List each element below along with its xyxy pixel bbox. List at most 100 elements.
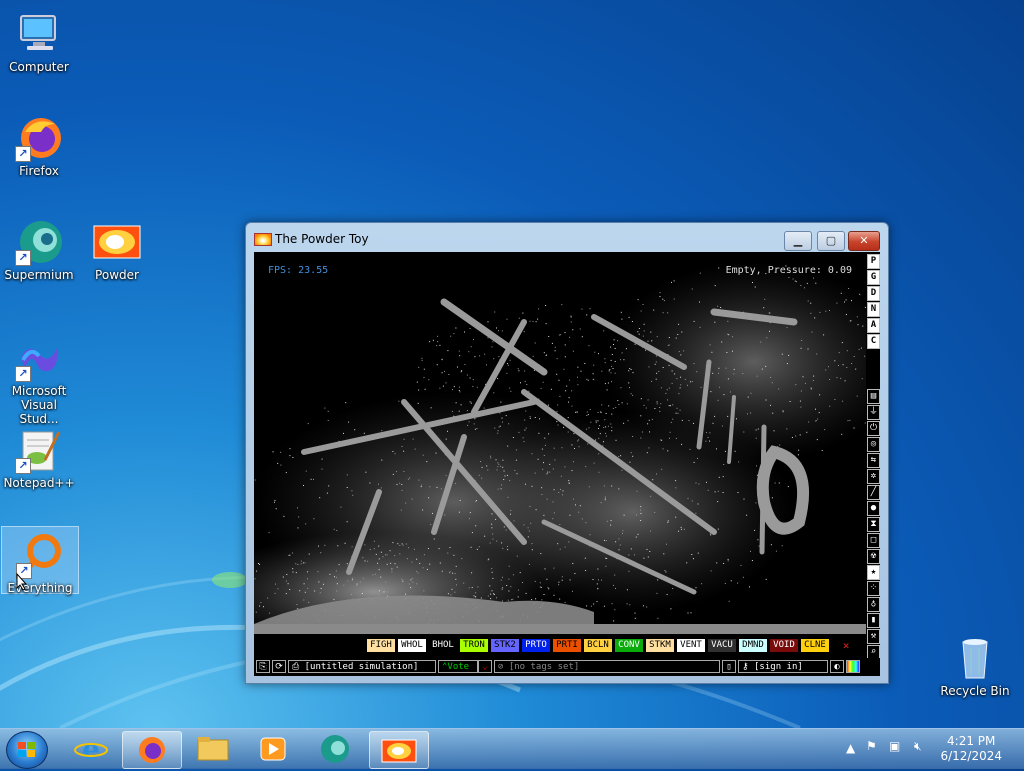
category-walls-icon[interactable]: ▤ <box>867 389 880 404</box>
display-mode-icon[interactable] <box>846 660 860 673</box>
powder-toy-window: The Powder Toy ▁ ▢ ✕ FPS: 23.55 Empty, P… <box>245 222 889 684</box>
media-player-icon <box>260 737 286 761</box>
menu-button-a[interactable]: A <box>867 318 880 333</box>
clear-element-icon[interactable]: ✕ <box>831 638 861 653</box>
menu-button-d[interactable]: D <box>867 286 880 301</box>
element-bar: FIGH WHOL BHOL TRON STK2 PRTO PRTI BCLN CONV STKM… <box>254 634 866 654</box>
desktop-icon-notepadpp[interactable]: ↗ Notepad++ <box>1 422 77 490</box>
network-icon[interactable]: ▣ <box>889 739 900 753</box>
taskbar-internet-explorer[interactable]: e <box>62 731 120 767</box>
desktop-icon-everything[interactable]: ↗ Everything <box>1 526 79 595</box>
taskbar-media-player[interactable] <box>244 731 302 767</box>
category-electronics-icon[interactable]: ⏚ <box>867 405 880 420</box>
category-tools-icon[interactable]: ⁘ <box>867 581 880 596</box>
bottom-toolbar: ⎘ ⟳ ⎙ [untitled simulation] ⌃Vote ⌄ ⊘ [n… <box>254 658 880 676</box>
taskbar-firefox[interactable] <box>122 731 182 769</box>
category-liquids-icon[interactable]: ╱ <box>867 485 880 500</box>
right-menu: P G D N A C ▤ ⏚ ⏻ ◎ ⇆ ✲ ╱ ● ⧗ □ ☢ ★ ⁘ ♁ … <box>866 252 880 676</box>
category-favorites-icon[interactable]: ▮ <box>867 613 880 628</box>
element-button-vacu[interactable]: VACU <box>707 638 737 653</box>
tags-field[interactable]: ⊘ [no tags set] <box>494 660 720 673</box>
category-solids-icon[interactable]: ⧗ <box>867 517 880 532</box>
category-hammer-icon[interactable]: ⚒ <box>867 629 880 644</box>
action-center-flag-icon[interactable]: ⚑ <box>866 739 877 753</box>
category-gases-icon[interactable]: ✲ <box>867 469 880 484</box>
window-title: The Powder Toy <box>275 232 369 246</box>
settings-icon[interactable]: ◐ <box>830 660 844 673</box>
category-powders-icon[interactable]: ● <box>867 501 880 516</box>
desktop-icon-recycle-bin[interactable]: Recycle Bin <box>937 630 1013 698</box>
sign-in-button[interactable]: ⚷ [sign in] <box>738 660 828 673</box>
desktop-icon-supermium[interactable]: ↗ Supermium <box>1 214 77 282</box>
close-button[interactable]: ✕ <box>848 231 880 251</box>
desktop-icon-label: Powder <box>95 268 139 282</box>
start-button[interactable] <box>6 731 48 769</box>
pressure-readout: Empty, Pressure: 0.09 <box>725 265 852 276</box>
element-button-void[interactable]: VOID <box>769 638 799 653</box>
element-button-prto[interactable]: PRTO <box>521 638 551 653</box>
show-hidden-icons-icon[interactable]: ▲ <box>846 741 855 755</box>
element-button-figh[interactable]: FIGH <box>366 638 396 653</box>
desktop-icon-label: Computer <box>9 60 69 74</box>
firefox-icon <box>139 737 165 763</box>
maximize-button[interactable]: ▢ <box>817 231 845 251</box>
tag-icon: ⊘ <box>498 662 509 672</box>
reload-icon[interactable]: ⟳ <box>272 660 286 673</box>
desktop-icon-label: Supermium <box>4 268 74 282</box>
simulation-canvas[interactable]: FPS: 23.55 Empty, Pressure: 0.09 <box>254 252 866 634</box>
firefox-icon: ↗ <box>15 114 63 162</box>
vote-label: Vote <box>447 662 470 672</box>
open-save-icon[interactable]: ⎘ <box>256 660 270 673</box>
menu-button-n[interactable]: N <box>867 302 880 317</box>
save-name-field[interactable]: ⎙ [untitled simulation] <box>288 660 436 673</box>
category-explosives-icon[interactable]: ⇆ <box>867 453 880 468</box>
category-force-icon[interactable]: ◎ <box>867 437 880 452</box>
element-button-conv[interactable]: CONV <box>614 638 644 653</box>
powder-icon <box>93 218 141 266</box>
everything-icon: ↗ <box>16 531 64 579</box>
element-button-whol[interactable]: WHOL <box>397 638 427 653</box>
report-icon[interactable]: ▯ <box>722 660 736 673</box>
vote-down-button[interactable]: ⌄ <box>478 660 492 673</box>
category-powered-icon[interactable]: ⏻ <box>867 421 880 436</box>
vote-up-button[interactable]: ⌃Vote <box>438 660 478 673</box>
element-button-prti[interactable]: PRTI <box>552 638 582 653</box>
save-icon: ⎙ <box>292 662 305 672</box>
save-name-label: [untitled simulation] <box>304 662 419 672</box>
desktop-icon-firefox[interactable]: ↗ Firefox <box>1 110 77 178</box>
taskbar-powder-toy[interactable] <box>369 731 429 769</box>
element-button-bcln[interactable]: BCLN <box>583 638 613 653</box>
volume-muted-icon[interactable]: 🔇︎ <box>914 739 922 754</box>
computer-icon <box>15 10 63 58</box>
element-button-stkm[interactable]: STKM <box>645 638 675 653</box>
desktop-icon-powder[interactable]: Powder <box>79 214 155 282</box>
menu-button-c[interactable]: C <box>867 334 880 349</box>
taskbar-supermium[interactable] <box>306 731 364 767</box>
internet-explorer-icon: e <box>74 733 108 766</box>
category-life-icon[interactable]: ★ <box>867 565 880 580</box>
element-button-dmnd[interactable]: DMND <box>738 638 768 653</box>
powder-toy-icon <box>381 739 417 763</box>
notepadpp-icon: ↗ <box>15 426 63 474</box>
folder-icon <box>197 737 229 761</box>
shortcut-arrow-icon: ↗ <box>15 458 31 474</box>
element-button-tron[interactable]: TRON <box>459 638 489 653</box>
menu-button-p[interactable]: P <box>867 254 880 269</box>
element-button-vent[interactable]: VENT <box>676 638 706 653</box>
desktop-icon-visual-studio[interactable]: ↗ Microsoft Visual Stud... <box>1 330 77 426</box>
category-special-icon[interactable]: ☢ <box>867 549 880 564</box>
taskbar: e ▲ ⚑ ▣ 🔇︎ 4:21 PM 6/12/2024 <box>0 728 1024 769</box>
category-lightbulb-icon[interactable]: ♁ <box>867 597 880 612</box>
desktop-icon-computer[interactable]: Computer <box>1 6 77 74</box>
desktop-icon-label: Notepad++ <box>3 476 75 490</box>
element-button-clne[interactable]: CLNE <box>800 638 830 653</box>
minimize-button[interactable]: ▁ <box>784 231 812 251</box>
window-titlebar[interactable]: The Powder Toy ▁ ▢ ✕ <box>246 223 888 251</box>
category-radioactive-icon[interactable]: □ <box>867 533 880 548</box>
clock-time: 4:21 PM <box>947 734 996 748</box>
system-clock[interactable]: 4:21 PM 6/12/2024 <box>940 734 1002 764</box>
menu-button-g[interactable]: G <box>867 270 880 285</box>
element-button-stk2[interactable]: STK2 <box>490 638 520 653</box>
element-button-bhol[interactable]: BHOL <box>428 638 458 653</box>
taskbar-file-explorer[interactable] <box>184 731 242 767</box>
